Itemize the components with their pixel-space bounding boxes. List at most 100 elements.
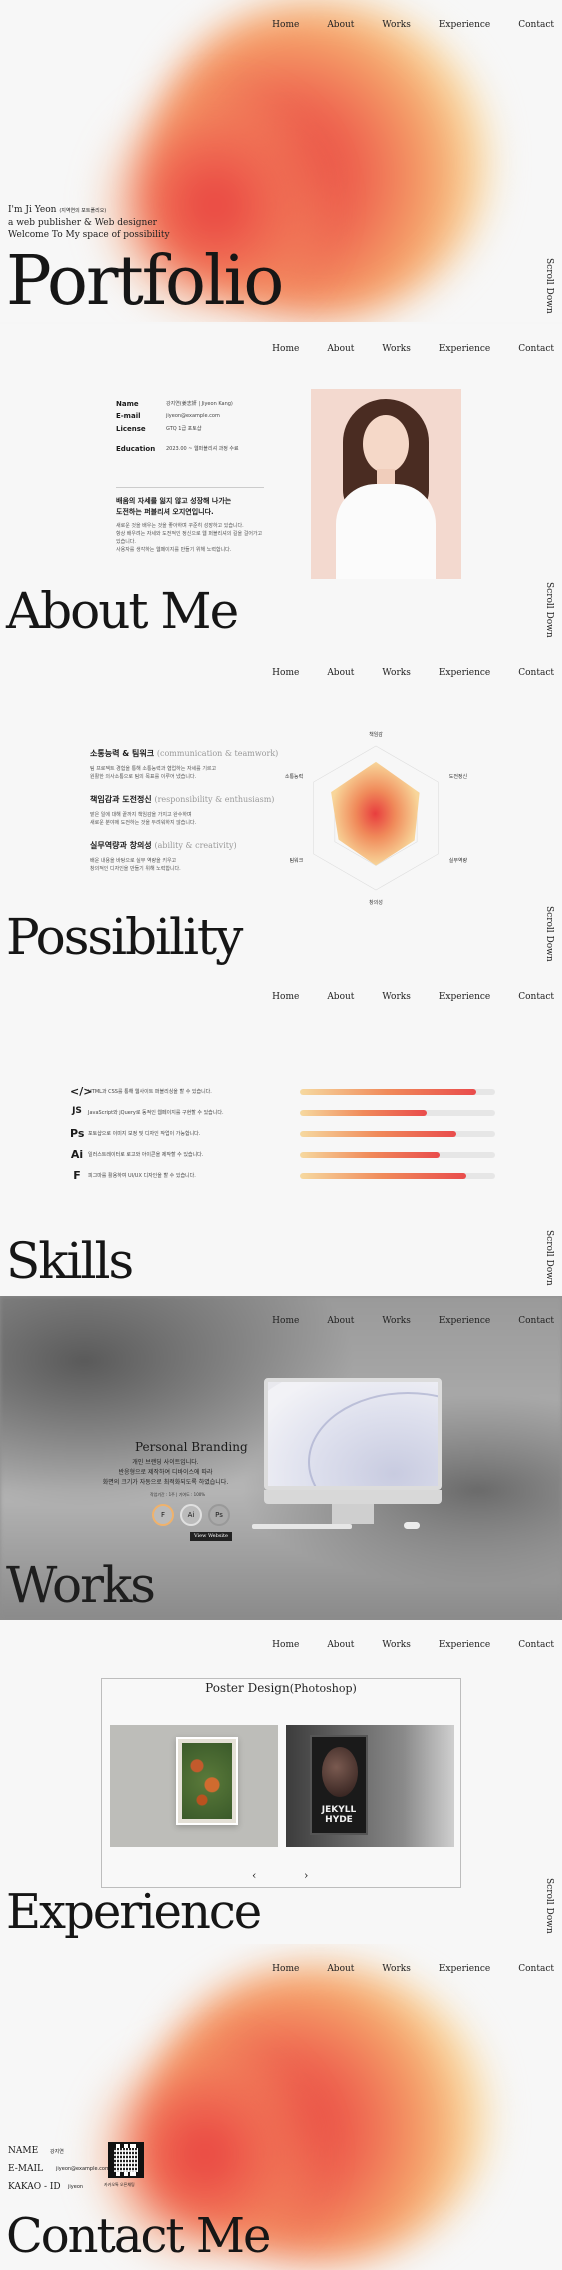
radar-label: 창의성: [369, 899, 383, 906]
contact-row: KAKAO - ID jiyeon: [8, 2182, 83, 2192]
nav-contact[interactable]: Contact: [518, 1964, 554, 1974]
nav-works[interactable]: Works: [382, 992, 410, 1002]
nav-works[interactable]: Works: [382, 344, 410, 354]
nav-works[interactable]: Works: [382, 20, 410, 30]
skill-row: Ps 포토샵으로 이미지 보정 및 디자인 작업이 가능합니다.: [70, 1127, 495, 1141]
nav-home[interactable]: Home: [272, 668, 299, 678]
skill-bar-fill: [300, 1152, 441, 1158]
works-project-desc: 개인 브랜딩 사이트입니다. 반응형으로 제작하여 디바이스에 따라 화면의 크…: [102, 1459, 229, 1486]
nav-home[interactable]: Home: [272, 1316, 299, 1326]
nav-contact[interactable]: Contact: [518, 668, 554, 678]
nav-home[interactable]: Home: [272, 20, 299, 30]
skill-text: HTML과 CSS를 통해 웹사이트 퍼블리싱을 할 수 있습니다.: [88, 1089, 212, 1095]
skill-bar: [300, 1152, 495, 1158]
nav-contact[interactable]: Contact: [518, 992, 554, 1002]
scroll-down-link[interactable]: Scroll Down: [544, 906, 554, 962]
nav-contact[interactable]: Contact: [518, 344, 554, 354]
contact-label: KAKAO - ID: [8, 2182, 61, 2192]
prev-arrow-icon[interactable]: ‹: [252, 1869, 256, 1882]
photo-body: [336, 484, 436, 579]
skill-row: Ai 일러스트레이터로 로고와 아이콘을 제작할 수 있습니다.: [70, 1148, 495, 1162]
skill-text: 포토샵으로 이미지 보정 및 디자인 작업이 가능합니다.: [88, 1131, 201, 1137]
nav-experience[interactable]: Experience: [439, 992, 490, 1002]
about-section: Home About Works Experience Contact Name…: [0, 324, 562, 648]
nav-contact[interactable]: Contact: [518, 1640, 554, 1650]
skill-text: 피그마를 활용하여 UI/UX 디자인을 할 수 있습니다.: [88, 1173, 196, 1179]
about-divider: [116, 487, 264, 488]
tool-illustrator-icon: Ai: [180, 1504, 202, 1526]
works-section: Home About Works Experience Contact Pers…: [0, 1296, 562, 1620]
hero-role: a web publisher & Web designer: [8, 218, 157, 228]
nav-experience[interactable]: Experience: [439, 344, 490, 354]
hero-welcome: Welcome To My space of possibility: [8, 230, 170, 240]
contact-title: Contact Me: [6, 2208, 271, 2264]
nav-home[interactable]: Home: [272, 1640, 299, 1650]
scroll-down-link[interactable]: Scroll Down: [544, 1878, 554, 1934]
hero-intro: I'm Ji Yeon (지역연의 포트폴리오) a web publisher…: [8, 204, 170, 241]
nav-experience[interactable]: Experience: [439, 1640, 490, 1650]
poster-image-2[interactable]: JEKYLL HYDE: [286, 1725, 454, 1847]
nav-about[interactable]: About: [327, 344, 354, 354]
info-value: 강지연(姜志妍 | Jiyeon Kang): [166, 401, 233, 407]
nav-home[interactable]: Home: [272, 1964, 299, 1974]
nav-experience[interactable]: Experience: [439, 1316, 490, 1326]
possibility-item: 실무역량과 창의성 (ability & creativity) 배운 내용을 …: [90, 840, 290, 873]
about-headline: 배움의 자세를 잃지 않고 성장해 나가는 도전하는 퍼블리셔 오지연입니다.: [116, 497, 232, 516]
info-label: Education: [116, 445, 156, 453]
nav-works[interactable]: Works: [382, 668, 410, 678]
radar-label: 실무역량: [449, 857, 468, 864]
nav-about[interactable]: About: [327, 1640, 354, 1650]
poster-frame: [176, 1737, 238, 1825]
view-website-button[interactable]: View Website: [190, 1532, 232, 1541]
nav-experience[interactable]: Experience: [439, 20, 490, 30]
monitor-screen: [264, 1378, 442, 1490]
html-icon: </>: [70, 1085, 93, 1098]
possibility-desc: 팀 프로젝트 경험을 통해 소통능력과 협업하는 자세를 기르고 원활한 의사소…: [90, 766, 217, 780]
nav-home[interactable]: Home: [272, 992, 299, 1002]
monitor: [252, 1378, 442, 1529]
nav-home[interactable]: Home: [272, 344, 299, 354]
nav-about[interactable]: About: [327, 20, 354, 30]
nav-works[interactable]: Works: [382, 1964, 410, 1974]
nav-about[interactable]: About: [327, 668, 354, 678]
nav-about[interactable]: About: [327, 992, 354, 1002]
contact-row: NAME 강지연: [8, 2146, 64, 2156]
top-nav: Home About Works Experience Contact: [272, 1640, 554, 1650]
nav-experience[interactable]: Experience: [439, 1964, 490, 1974]
next-arrow-icon[interactable]: ›: [304, 1869, 308, 1882]
skill-bar-fill: [300, 1089, 476, 1095]
radar-chart: 책임감도전정신실무역량창의성 팀워크 소통능력: [285, 731, 468, 906]
nav-experience[interactable]: Experience: [439, 668, 490, 678]
nav-works[interactable]: Works: [382, 1640, 410, 1650]
poster-title: Poster Design: [205, 1681, 290, 1695]
skills-section: Home About Works Experience Contact </> …: [0, 972, 562, 1296]
info-label: Name: [116, 400, 139, 408]
contact-value[interactable]: jiyeon@example.com: [56, 2166, 110, 2172]
info-label: E-mail: [116, 412, 141, 420]
hero-section: Home About Works Experience Contact I'm …: [0, 0, 562, 322]
qr-caption: 카카오톡 오픈채팅: [104, 2182, 135, 2187]
skills-title: Skills: [6, 1232, 134, 1290]
contact-section: Home About Works Experience Contact NAME…: [0, 1944, 562, 2270]
skill-text: JavaScript와 jQuery로 동적인 웹페이지를 구현할 수 있습니다…: [88, 1110, 224, 1116]
possibility-section: Home About Works Experience Contact 소통능력…: [0, 648, 562, 972]
possibility-heading: 책임감과 도전정신: [90, 795, 152, 804]
poster-frame: JEKYLL HYDE: [310, 1735, 368, 1835]
nav-contact[interactable]: Contact: [518, 20, 554, 30]
poster-card: Poster Design(Photoshop) JEKYLL HYDE ‹ ›: [101, 1678, 461, 1888]
hero-name: I'm Ji Yeon: [8, 205, 57, 215]
scroll-down-link[interactable]: Scroll Down: [544, 1230, 554, 1286]
nav-about[interactable]: About: [327, 1964, 354, 1974]
scroll-down-link[interactable]: Scroll Down: [544, 582, 554, 638]
top-nav: Home About Works Experience Contact: [272, 1964, 554, 1974]
qr-code[interactable]: [108, 2142, 144, 2178]
scroll-down-link[interactable]: Scroll Down: [544, 258, 554, 314]
nav-contact[interactable]: Contact: [518, 1316, 554, 1326]
radar-label: 도전정신: [449, 773, 468, 780]
poster-image-1[interactable]: [110, 1725, 278, 1847]
about-title: About Me: [6, 582, 239, 640]
skill-bar-fill: [300, 1110, 427, 1116]
nav-about[interactable]: About: [327, 1316, 354, 1326]
skill-row: </> HTML과 CSS를 통해 웹사이트 퍼블리싱을 할 수 있습니다.: [70, 1085, 495, 1099]
nav-works[interactable]: Works: [382, 1316, 410, 1326]
